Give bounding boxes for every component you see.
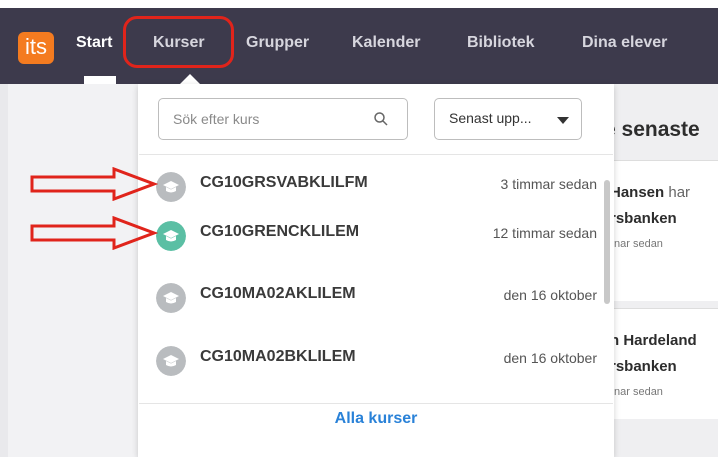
course-list-item[interactable]: CG10MA02BKLILEM den 16 oktober xyxy=(139,335,599,385)
sort-select-label: Senast upp... xyxy=(449,110,532,126)
course-list-item[interactable]: CG10MA02AKLILEM den 16 oktober xyxy=(139,272,599,322)
graduation-cap-icon xyxy=(156,172,186,202)
course-name[interactable]: CG10GRENCKLILEM xyxy=(200,223,359,241)
nav-item-dina-elever[interactable]: Dina elever xyxy=(582,34,667,52)
course-name[interactable]: CG10MA02AKLILEM xyxy=(200,285,356,303)
activity-source[interactable]: rsbanken xyxy=(610,210,677,227)
left-background-panel xyxy=(0,84,138,457)
scrollbar[interactable] xyxy=(604,180,610,304)
activity-heading: e senaste xyxy=(604,118,700,141)
activity-time: nar sedan xyxy=(614,238,663,250)
nav-item-grupper[interactable]: Grupper xyxy=(246,34,309,52)
course-list-item[interactable]: CG10GRENCKLILEM 12 timmar sedan xyxy=(139,210,599,260)
nav-item-kalender[interactable]: Kalender xyxy=(352,34,420,52)
activity-card xyxy=(600,160,718,301)
course-search-box[interactable] xyxy=(158,98,408,140)
dropdown-caret xyxy=(180,74,200,84)
graduation-cap-icon xyxy=(156,346,186,376)
course-search-input[interactable] xyxy=(173,108,368,130)
activity-user-name[interactable]: n Hardeland xyxy=(610,332,697,349)
activity-user-name[interactable]: Hansen xyxy=(610,184,664,201)
graduation-cap-icon xyxy=(156,221,186,251)
course-last-updated: den 16 oktober xyxy=(503,350,597,366)
course-last-updated: 12 timmar sedan xyxy=(492,225,597,241)
activity-entry-title: Hansen har xyxy=(610,184,690,201)
all-courses-link[interactable]: Alla kurser xyxy=(139,410,613,436)
activity-source[interactable]: rsbanken xyxy=(610,358,677,375)
its-logo[interactable]: its xyxy=(18,32,54,64)
search-icon[interactable] xyxy=(373,111,389,127)
annotation-highlight-box xyxy=(123,16,234,68)
divider xyxy=(139,154,613,155)
course-last-updated: den 16 oktober xyxy=(503,287,597,303)
course-name[interactable]: CG10MA02BKLILEM xyxy=(200,348,356,366)
activity-time: nar sedan xyxy=(614,386,663,398)
annotation-arrow xyxy=(30,167,158,201)
course-name[interactable]: CG10GRSVABKLILFM xyxy=(200,174,368,192)
divider xyxy=(139,403,613,404)
chevron-down-icon xyxy=(557,117,569,124)
sort-select[interactable]: Senast upp... xyxy=(434,98,582,140)
nav-item-start[interactable]: Start xyxy=(76,34,112,52)
activity-verb: har xyxy=(668,184,691,201)
nav-item-bibliotek[interactable]: Bibliotek xyxy=(467,34,535,52)
annotation-arrow xyxy=(30,216,158,250)
active-tab-indicator xyxy=(84,76,116,84)
course-list-item[interactable]: CG10GRSVABKLILFM 3 timmar sedan xyxy=(139,161,599,211)
course-last-updated: 3 timmar sedan xyxy=(500,176,597,192)
graduation-cap-icon xyxy=(156,283,186,313)
